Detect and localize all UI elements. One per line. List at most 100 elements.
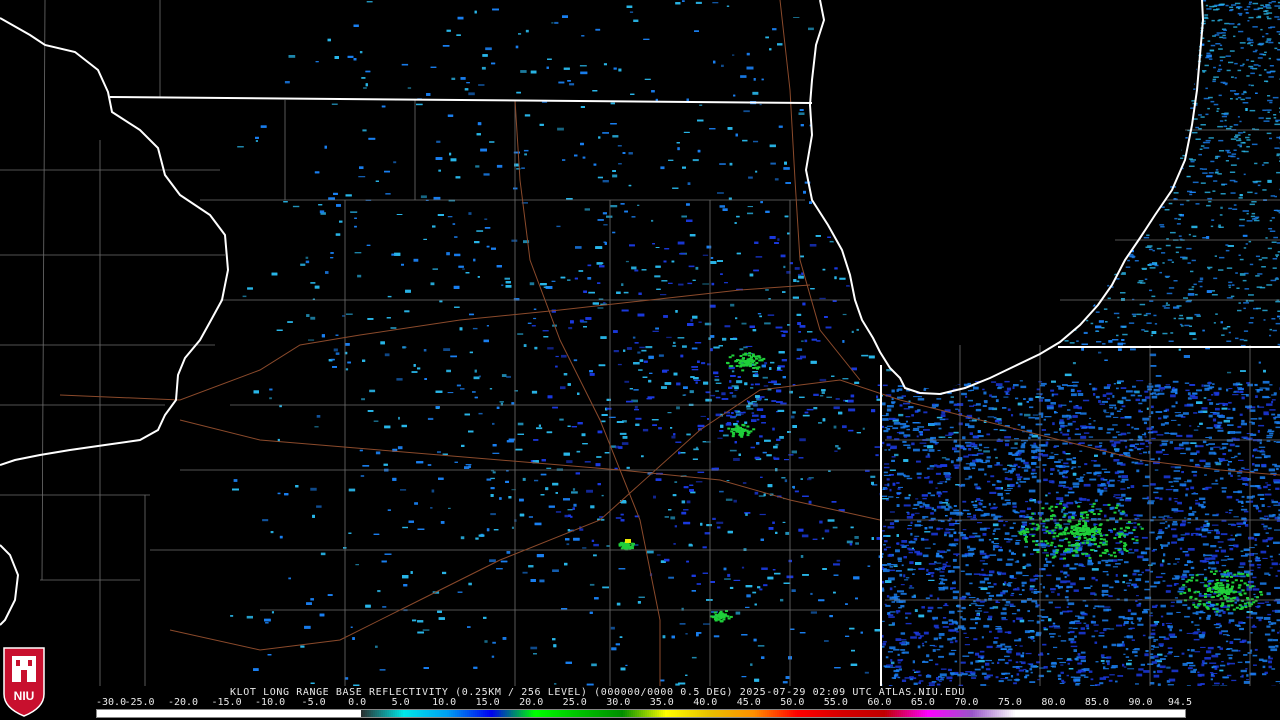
echo-cell: [1068, 668, 1074, 670]
echo-cell: [777, 43, 783, 46]
echo-cell: [1080, 498, 1087, 501]
echo-cell: [525, 29, 529, 33]
echo-cell: [1116, 387, 1119, 390]
echo-cell: [1046, 670, 1052, 673]
echo-cell: [903, 444, 911, 446]
echo-cell: [682, 345, 687, 348]
echo-cell: [469, 351, 473, 354]
echo-cell: [1191, 225, 1198, 229]
echo-cell: [988, 574, 993, 577]
echo-cell: [996, 480, 1000, 483]
echo-cell: [451, 77, 456, 80]
echo-cell: [827, 236, 831, 238]
echo-cell: [569, 83, 575, 86]
echo-cell: [806, 408, 814, 411]
echo-cell: [697, 471, 705, 473]
echo-cell: [763, 584, 768, 587]
echo-cell: [1087, 559, 1092, 563]
echo-cell: [742, 482, 747, 484]
echo-cell: [591, 539, 595, 542]
echo-cell: [520, 70, 527, 73]
echo-cell: [492, 641, 496, 644]
echo-cell: [678, 451, 681, 455]
echo-cell: [1174, 466, 1182, 469]
echo-cell: [781, 477, 786, 479]
echo-cell: [1203, 397, 1207, 399]
echo-cell: [1059, 428, 1062, 431]
echo-cell: [676, 406, 680, 410]
echo-cell: [746, 594, 751, 598]
echo-cell: [402, 575, 409, 579]
echo-cell: [472, 391, 476, 393]
echo-cell: [948, 570, 955, 573]
echo-cell: [1074, 635, 1077, 638]
echo-cell: [719, 490, 724, 493]
echo-cell: [360, 475, 365, 477]
echo-cell: [1001, 572, 1007, 575]
echo-cell: [446, 369, 451, 373]
echo-cell: [455, 176, 461, 179]
echo-cell: [871, 409, 876, 413]
echo-cell: [1019, 481, 1027, 483]
echo-cell: [1173, 563, 1177, 565]
echo-cell: [417, 631, 424, 634]
echo-cell: [637, 204, 640, 206]
echo-cell: [1025, 674, 1030, 677]
echo-cell: [621, 309, 629, 312]
echo-cell: [1119, 408, 1123, 410]
echo-cell: [1134, 549, 1139, 552]
echo-cell: [718, 345, 723, 347]
echo-cell: [783, 582, 791, 584]
echo-cell: [985, 668, 991, 671]
echo-cell: [583, 326, 587, 328]
echo-cell: [982, 563, 988, 565]
echo-cell: [1104, 359, 1108, 361]
echo-cell: [754, 373, 758, 376]
echo-cell: [845, 603, 848, 605]
echo-cell: [643, 360, 648, 363]
echo-cell: [1277, 315, 1280, 318]
echo-cell: [774, 242, 779, 244]
echo-cell: [809, 201, 812, 204]
echo-cell: [565, 661, 572, 664]
echo-cell: [921, 494, 928, 497]
echo-cell: [1112, 339, 1119, 341]
echo-cell: [352, 637, 355, 640]
echo-cell: [1149, 585, 1157, 588]
echo-cell: [851, 330, 854, 333]
echo-cell: [652, 424, 657, 426]
echo-cell: [1271, 499, 1274, 501]
echo-cell: [442, 453, 448, 455]
echo-cell: [1017, 402, 1023, 406]
echo-cell: [582, 547, 587, 549]
echo-cell: [381, 560, 387, 563]
echo-cell: [515, 448, 523, 451]
echo-cell: [660, 166, 665, 170]
echo-cell: [1178, 348, 1181, 351]
echo-cell: [900, 632, 906, 635]
echo-cell: [732, 54, 735, 56]
echo-cell: [798, 457, 804, 459]
echo-cell: [1241, 674, 1244, 678]
echo-cell: [577, 422, 583, 425]
echo-cell: [874, 446, 880, 448]
echo-cell: [683, 521, 691, 525]
echo-cell: [1007, 487, 1013, 489]
echo-cell: [1165, 384, 1170, 386]
echo-cell: [414, 502, 418, 505]
echo-cell: [663, 315, 668, 318]
echo-cell: [1010, 471, 1013, 474]
echo-cell: [375, 451, 381, 455]
echo-cell: [288, 577, 291, 580]
echo-cell: [623, 349, 626, 352]
echo-cell: [288, 55, 296, 58]
echo-cell: [353, 24, 359, 27]
echo-cell: [1214, 667, 1218, 670]
echo-cell: [603, 302, 606, 304]
echo-cell: [748, 402, 753, 405]
echo-cell: [697, 149, 701, 153]
echo-cell: [247, 287, 253, 290]
echo-cell: [953, 531, 957, 534]
echo-cell: [1179, 629, 1183, 632]
echo-cell: [926, 573, 931, 575]
